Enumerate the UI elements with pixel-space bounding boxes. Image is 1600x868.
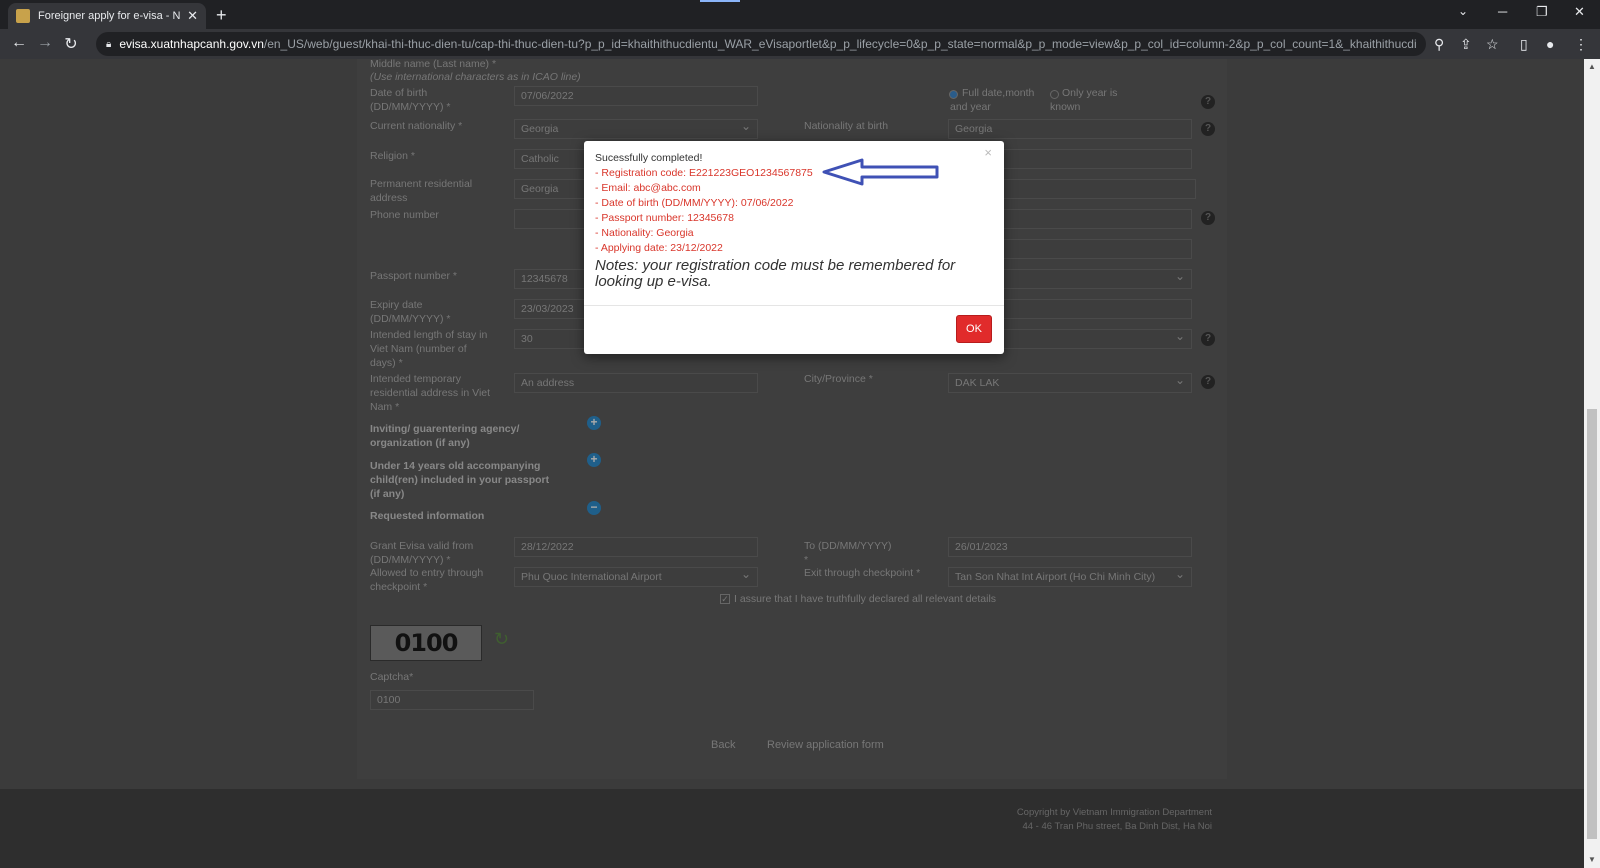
new-tab-button[interactable]: +: [216, 5, 227, 26]
browser-tabbar: Foreigner apply for e-visa - Natio ✕ + ⌄…: [0, 0, 1600, 29]
add-inviting-icon[interactable]: +: [587, 416, 601, 430]
browser-tab[interactable]: Foreigner apply for e-visa - Natio ✕: [8, 3, 206, 29]
middle-name-hint: (Use international characters as in ICAO…: [370, 71, 581, 83]
assure-checkbox[interactable]: ✓: [720, 594, 730, 604]
city-help-icon[interactable]: ?: [1201, 375, 1215, 389]
page-scrollbar[interactable]: ▲ ▼: [1584, 59, 1600, 868]
assure-label: I assure that I have truthfully declared…: [734, 593, 997, 605]
url-path: /en_US/web/guest/khai-thi-thuc-dien-tu/c…: [263, 37, 1416, 51]
inviting-label: Inviting/ guarentering agency/ organizat…: [370, 423, 520, 449]
entry-checkpoint-select[interactable]: Phu Quoc International Airport: [514, 565, 758, 587]
exit-checkpoint-select[interactable]: Tan Son Nhat Int Airport (Ho Chi Minh Ci…: [948, 565, 1192, 587]
reload-icon[interactable]: ↻: [58, 34, 84, 54]
captcha-label: Captcha*: [370, 671, 414, 683]
captcha-refresh-icon[interactable]: ↻: [494, 629, 509, 650]
permanent-address-label: Permanent residential address: [370, 178, 473, 204]
dialog-divider: [584, 305, 1004, 306]
dob-year-label: Only year is known: [1050, 87, 1118, 113]
share-icon[interactable]: ⇪: [1460, 36, 1472, 53]
dialog-note: Notes: your registration code must be re…: [595, 257, 956, 290]
restore-icon[interactable]: ❐: [1536, 4, 1548, 20]
forward-arrow-icon[interactable]: →: [32, 34, 58, 52]
tab-search-icon[interactable]: ⌄: [1458, 4, 1468, 18]
nationality-birth-label: Nationality at birth: [804, 120, 889, 132]
dob-full-label: Full date,month and year: [950, 87, 1035, 113]
dob-help-icon[interactable]: ?: [1201, 95, 1215, 109]
stay-label: Intended length of stay in Viet Nam (num…: [370, 329, 488, 369]
phone-label: Phone number: [370, 209, 439, 221]
site-favicon-icon: [16, 9, 30, 23]
minimize-icon[interactable]: ─: [1498, 4, 1507, 19]
children-label: Under 14 years old accompanying child(re…: [370, 460, 550, 500]
back-arrow-icon[interactable]: ←: [6, 34, 32, 52]
passport-line: - Passport number: 12345678: [595, 212, 734, 224]
scroll-down-icon[interactable]: ▼: [1588, 855, 1596, 864]
temp-address-label: Intended temporary residential address i…: [370, 373, 491, 413]
dob-label: Date of birth (DD/MM/YYYY) *: [370, 87, 451, 113]
dob-field[interactable]: 07/06/2022: [514, 86, 758, 106]
side-panel-icon[interactable]: ▯: [1520, 36, 1528, 53]
footer-copyright: Copyright by Vietnam Immigration Departm…: [1016, 807, 1212, 818]
annotation-arrow-icon: [822, 158, 939, 186]
temp-address-field[interactable]: An address: [514, 373, 758, 393]
tab-close-icon[interactable]: ✕: [187, 8, 198, 24]
applying-date-line: - Applying date: 23/12/2022: [595, 242, 723, 254]
entry-checkpoint-label: Allowed to entry through checkpoint *: [370, 567, 484, 593]
url-input[interactable]: 🔒︎ evisa.xuatnhapcanh.gov.vn/en_US/web/g…: [96, 32, 1426, 56]
back-button[interactable]: Back: [711, 739, 735, 751]
ok-button[interactable]: OK: [956, 315, 992, 343]
captcha-image: 0100: [370, 625, 482, 661]
scroll-up-icon[interactable]: ▲: [1588, 62, 1596, 71]
scroll-thumb[interactable]: [1587, 409, 1597, 839]
tab-title: Foreigner apply for e-visa - Natio: [38, 10, 181, 22]
profile-icon[interactable]: ●: [1546, 36, 1554, 52]
requested-info-label: Requested information: [370, 510, 485, 522]
nationality-line: - Nationality: Georgia: [595, 227, 694, 239]
collapse-requested-icon[interactable]: −: [587, 501, 601, 515]
valid-from-label: Grant Evisa valid from (DD/MM/YYYY) *: [370, 540, 474, 566]
nationality-birth-field[interactable]: Georgia: [948, 119, 1192, 139]
url-host: evisa.xuatnhapcanh.gov.vn: [119, 37, 264, 51]
lock-icon[interactable]: 🔒︎: [106, 39, 111, 50]
exit-checkpoint-label: Exit through checkpoint *: [804, 567, 921, 579]
current-nationality-label: Current nationality *: [370, 120, 463, 132]
loading-indicator: [700, 0, 740, 2]
add-children-icon[interactable]: +: [587, 453, 601, 467]
address-bar: ← → ↻ 🔒︎ evisa.xuatnhapcanh.gov.vn/en_US…: [0, 29, 1600, 59]
dob-line: - Date of birth (DD/MM/YYYY): 07/06/2022: [595, 197, 794, 209]
arrow-shape: [822, 158, 939, 186]
close-window-icon[interactable]: ✕: [1574, 4, 1585, 20]
zoom-icon[interactable]: ⚲: [1434, 36, 1444, 53]
url-text: evisa.xuatnhapcanh.gov.vn/en_US/web/gues…: [119, 37, 1416, 51]
nationality-help-icon[interactable]: ?: [1201, 122, 1215, 136]
stay-help-icon[interactable]: ?: [1201, 332, 1215, 346]
to-label: To (DD/MM/YYYY) *: [804, 540, 892, 566]
bookmark-star-icon[interactable]: ☆: [1486, 36, 1499, 53]
review-application-button[interactable]: Review application form: [767, 739, 884, 751]
footer-address: 44 - 46 Tran Phu street, Ba Dinh Dist, H…: [1022, 821, 1212, 832]
passport-label: Passport number *: [370, 270, 457, 282]
city-select[interactable]: DAK LAK: [948, 371, 1192, 393]
success-dialog: × Sucessfully completed! - Registration …: [584, 141, 1004, 354]
captcha-input[interactable]: 0100: [370, 690, 534, 710]
email-help-icon[interactable]: ?: [1201, 211, 1215, 225]
to-field[interactable]: 26/01/2023: [948, 537, 1192, 557]
city-label: City/Province *: [804, 373, 873, 385]
current-nationality-select[interactable]: Georgia: [514, 117, 758, 139]
menu-icon[interactable]: ⋮: [1574, 36, 1588, 53]
footer: Copyright by Vietnam Immigration Departm…: [0, 789, 1584, 868]
religion-label: Religion *: [370, 150, 415, 162]
valid-from-field[interactable]: 28/12/2022: [514, 537, 758, 557]
expiry-label: Expiry date (DD/MM/YYYY) *: [370, 299, 451, 325]
